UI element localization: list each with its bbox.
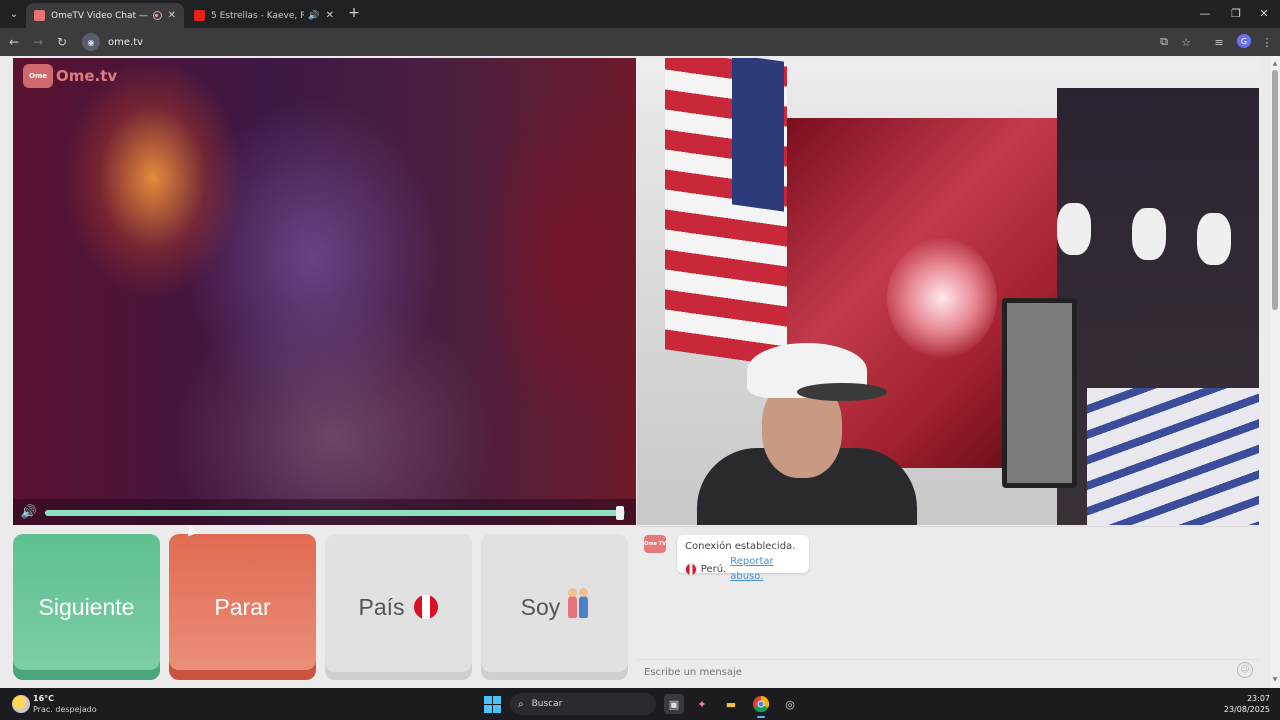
vanity-mirror — [1002, 298, 1077, 488]
volume-slider[interactable] — [45, 506, 625, 520]
stop-button[interactable]: Parar — [169, 534, 316, 680]
browser-tab-bar: ⌄ OmeTV Video Chat — Ome ✕ 5 Estrellas -… — [0, 0, 1280, 28]
scrollbar-thumb[interactable] — [1272, 70, 1278, 310]
stop-button-label: Parar — [214, 593, 271, 620]
emoji-icon[interactable]: ☺ — [1237, 662, 1253, 678]
weather-icon[interactable] — [12, 695, 30, 713]
gender-button-label: Soy — [520, 593, 561, 620]
usa-flag-union — [732, 58, 784, 212]
peru-flag-icon — [685, 562, 697, 576]
tab-youtube[interactable]: 5 Estrellas - Kaeve, Rafaell C 🔊 ✕ — [186, 3, 342, 28]
volume-slider-fill — [45, 510, 623, 516]
taskbar-search[interactable]: ⌕ Buscar — [510, 693, 656, 715]
ometv-logo-name: Ome.tv — [56, 67, 118, 85]
weather-temperature[interactable]: 16°C — [33, 694, 54, 703]
volume-bar: 🔊 — [13, 499, 636, 525]
tab-title: OmeTV Video Chat — Ome — [51, 10, 149, 21]
recording-icon — [152, 11, 162, 20]
file-explorer-icon[interactable]: ▬ — [721, 694, 741, 714]
chat-panel: Ome TV Conexión establecida. Perú. Repor… — [637, 526, 1259, 683]
close-tab-icon[interactable]: ✕ — [326, 10, 334, 21]
chat-input-bar: ☺ — [637, 659, 1259, 683]
tab-title: 5 Estrellas - Kaeve, Rafaell C — [211, 10, 305, 21]
ometv-logo: Ome Ome.tv — [23, 64, 117, 88]
scroll-down-icon[interactable]: ▼ — [1271, 676, 1279, 684]
light-glow — [887, 238, 997, 358]
reload-button[interactable]: ↻ — [53, 33, 71, 51]
taskbar-search-label: Buscar — [531, 699, 563, 709]
tab-search-chevron-icon[interactable]: ⌄ — [4, 5, 24, 23]
own-camera-video — [637, 58, 1259, 525]
close-window-button[interactable]: ✕ — [1253, 4, 1275, 22]
gender-button[interactable]: Soy — [481, 534, 628, 680]
ometv-page: Ome Ome.tv 🔊 Siguiente Parar País Soy Om… — [0, 56, 1280, 688]
chrome-icon[interactable] — [751, 694, 771, 718]
menu-dots-icon[interactable]: ⋮ — [1259, 34, 1275, 50]
youtube-favicon-icon — [194, 10, 205, 21]
tab-ometv[interactable]: OmeTV Video Chat — Ome ✕ — [26, 3, 184, 28]
volume-speaker-icon[interactable]: 🔊 — [19, 504, 39, 520]
scroll-up-icon[interactable]: ▲ — [1271, 60, 1279, 68]
system-message: Conexión establecida. Perú. Reportar abu… — [677, 535, 809, 582]
address-bar[interactable]: ◉ ome.tv — [78, 31, 1200, 53]
bookmark-star-icon[interactable]: ☆ — [1178, 34, 1194, 50]
bed — [1087, 388, 1259, 525]
cast-icon[interactable]: ⧉ — [1156, 34, 1172, 50]
person-cap-brim — [797, 383, 887, 401]
restore-button[interactable]: ❐ — [1225, 4, 1247, 22]
couple-icon — [568, 588, 589, 618]
partner-country-line: Perú. Reportar abuso. — [685, 554, 801, 584]
joker-poster — [1057, 203, 1091, 255]
peru-flag-icon — [412, 594, 439, 620]
connection-message: Conexión establecida. — [685, 541, 796, 552]
next-button-label: Siguiente — [38, 593, 135, 620]
audio-playing-icon[interactable]: 🔊 — [308, 11, 319, 21]
search-icon: ⌕ — [518, 698, 524, 710]
site-info-icon[interactable]: ◉ — [82, 33, 100, 51]
joker-poster — [1132, 208, 1166, 260]
ometv-favicon-icon — [34, 10, 45, 21]
country-button[interactable]: País — [325, 534, 472, 680]
browser-toolbar: ← → ↻ ◉ ome.tv ⧉ ☆ ≡ ⋮ — [0, 28, 1280, 56]
close-tab-icon[interactable]: ✕ — [168, 10, 176, 21]
minimize-button[interactable]: — — [1194, 4, 1216, 22]
url-text: ome.tv — [108, 36, 144, 48]
taskbar-time[interactable]: 23:07 — [1247, 694, 1270, 703]
country-button-label: País — [358, 593, 405, 620]
forward-button[interactable]: → — [29, 33, 47, 51]
report-abuse-link[interactable]: Reportar abuso. — [730, 554, 801, 584]
new-tab-button[interactable]: + — [346, 5, 362, 21]
joker-poster — [1197, 213, 1231, 265]
obs-recording-icon[interactable]: ◎ — [780, 694, 800, 714]
back-button[interactable]: ← — [5, 33, 23, 51]
taskbar-date[interactable]: 23/08/2025 — [1224, 705, 1270, 714]
ometv-logo-badge: Ome — [23, 64, 53, 88]
volume-slider-handle[interactable] — [616, 506, 625, 520]
windows-taskbar: 16°C Prac. despejado ⌕ Buscar ▣ ✦ ▬ ◎ 23… — [0, 688, 1280, 720]
stranger-video: Ome Ome.tv 🔊 — [13, 58, 636, 525]
media-controls-icon[interactable]: ≡ — [1211, 34, 1227, 50]
windows-start-icon[interactable] — [484, 696, 501, 713]
ometv-chat-logo-icon: Ome TV — [644, 535, 666, 553]
chat-message-input[interactable] — [637, 662, 1217, 683]
partner-country: Perú. — [700, 563, 727, 575]
task-view-icon[interactable]: ▣ — [664, 694, 684, 714]
copilot-icon[interactable]: ✦ — [692, 694, 712, 714]
next-button[interactable]: Siguiente — [13, 534, 160, 680]
weather-description[interactable]: Prac. despejado — [33, 705, 97, 714]
profile-avatar[interactable]: G — [1237, 34, 1251, 48]
